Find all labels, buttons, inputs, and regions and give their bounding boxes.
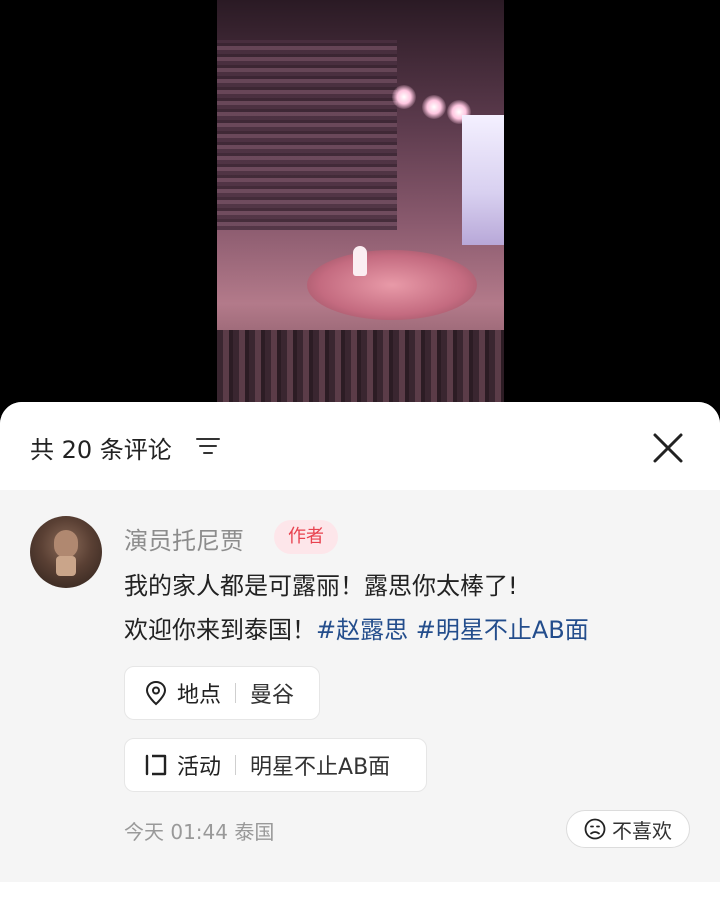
hashtag-link[interactable]: #明星不止AB面 [416, 616, 589, 644]
author-badge: 作者 [274, 520, 338, 554]
location-value: 曼谷 [250, 683, 295, 708]
audience [217, 330, 504, 405]
filter-lines-icon[interactable] [196, 437, 220, 455]
post-timestamp-location: 今天 01:44 泰国 [124, 820, 275, 844]
author-post: 演员托尼贾 作者 我的家人都是可露丽！露思你太棒了! 欢迎你来到泰国！#赵露思 … [0, 490, 720, 882]
close-icon[interactable] [650, 430, 686, 466]
activity-value: 明星不止AB面 [250, 755, 391, 780]
location-chip[interactable]: 地点 曼谷 [124, 666, 320, 720]
chip-divider [235, 755, 237, 775]
performer [353, 246, 367, 276]
arena-seating [217, 40, 397, 230]
concert-stage [307, 250, 477, 320]
stage-light [392, 85, 416, 109]
activity-chip[interactable]: 活动 明星不止AB面 [124, 738, 427, 792]
post-text-segment: 欢迎你来到泰国！ [124, 616, 316, 644]
dislike-label: 不喜欢 [612, 818, 672, 843]
frown-face-icon [584, 818, 606, 840]
location-pin-icon [145, 680, 167, 706]
activity-label: 活动 [177, 755, 222, 780]
avatar-face [54, 530, 78, 558]
stage-light [422, 95, 446, 119]
author-name[interactable]: 演员托尼贾 [124, 521, 244, 556]
comment-count-title: 共 20 条评论 [30, 436, 172, 464]
chip-divider [235, 683, 237, 703]
video-player[interactable] [217, 0, 504, 405]
hashtag-link[interactable]: #赵露思 [316, 616, 408, 644]
avatar-hands [56, 556, 76, 576]
post-text-line: 欢迎你来到泰国！#赵露思 #明星不止AB面 [124, 610, 589, 645]
post-text-line: 我的家人都是可露丽！露思你太棒了! [124, 572, 518, 600]
activity-flag-icon [145, 754, 167, 776]
dislike-button[interactable]: 不喜欢 [566, 810, 690, 848]
avatar[interactable] [30, 516, 102, 588]
location-label: 地点 [177, 683, 222, 708]
stage-screen [462, 115, 504, 245]
comment-sheet: 共 20 条评论 演员托尼贾 作者 我的家人都是可露丽！露思你太棒了! 欢迎你来… [0, 402, 720, 917]
sheet-footer [0, 882, 720, 917]
comment-sheet-header: 共 20 条评论 [0, 402, 720, 490]
